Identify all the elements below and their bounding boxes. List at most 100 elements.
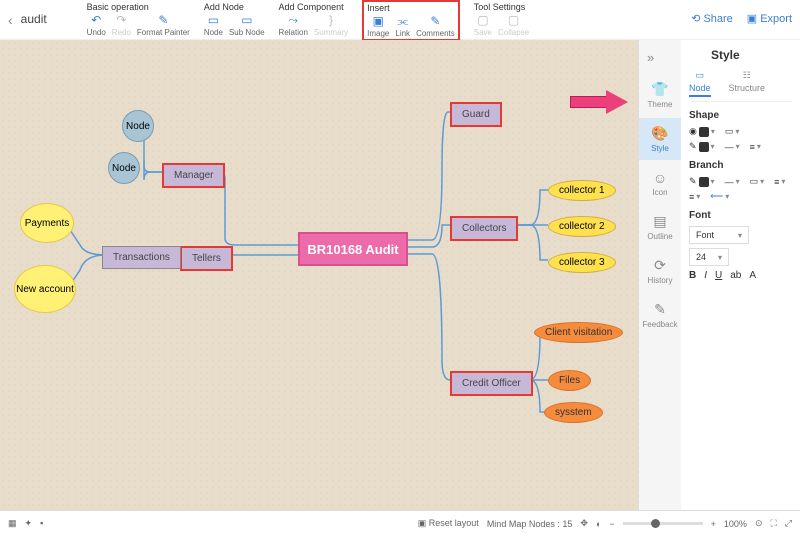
- feedback-icon: ✎: [654, 301, 666, 318]
- tab-history[interactable]: ⟳History: [639, 250, 681, 292]
- btm-icon-1[interactable]: ▦: [8, 518, 17, 529]
- toolbar-groups: Basic operation ↶Undo ↷Redo ✎Format Pain…: [87, 2, 529, 41]
- subtab-structure[interactable]: ☷Structure: [729, 70, 766, 97]
- insert-comments-button[interactable]: ✎Comments: [416, 14, 455, 38]
- tab-outline[interactable]: ▤Outline: [639, 206, 681, 248]
- strike-button[interactable]: ab: [730, 270, 741, 281]
- zoom-out-button[interactable]: −: [609, 519, 614, 529]
- node-manager[interactable]: Manager: [162, 163, 225, 188]
- tab-style[interactable]: 🎨Style: [639, 118, 681, 160]
- node-payments[interactable]: Payments: [20, 203, 74, 243]
- add-node-button[interactable]: ▭Node: [204, 13, 223, 37]
- image-icon: ▣: [371, 14, 385, 28]
- node-files[interactable]: Files: [548, 370, 591, 391]
- underline-button[interactable]: U: [715, 270, 722, 281]
- branch-shape-picker[interactable]: ▭ ▾: [750, 176, 765, 187]
- undo-button[interactable]: ↶Undo: [87, 13, 106, 37]
- node-guard[interactable]: Guard: [450, 102, 502, 127]
- center-node[interactable]: BR10168 Audit: [298, 232, 408, 266]
- node-blue-2[interactable]: Node: [108, 152, 140, 184]
- tab-feedback[interactable]: ✎Feedback: [639, 294, 681, 336]
- icon-icon: ☺: [653, 170, 667, 186]
- insert-image-button[interactable]: ▣Image: [367, 14, 389, 38]
- mouse-icon[interactable]: ✥: [580, 518, 588, 529]
- fill-icon: ◉: [689, 126, 697, 137]
- panel-title: Style: [711, 48, 792, 62]
- node-c3[interactable]: collector 3: [548, 252, 616, 273]
- italic-button[interactable]: I: [704, 270, 707, 281]
- branch-align-picker[interactable]: ≡ ▾: [689, 191, 700, 202]
- bottom-bar: ▦ ✦ ▪ ▣ Reset layout Mind Map Nodes : 15…: [0, 510, 800, 536]
- node-c2[interactable]: collector 2: [548, 216, 616, 237]
- doc-title-input[interactable]: [21, 12, 71, 26]
- format-painter-button[interactable]: ✎Format Painter: [137, 13, 190, 37]
- sidebar-tabs: 👕Theme 🎨Style ☺Icon ▤Outline ⟳History ✎F…: [639, 40, 681, 510]
- node-newaccount[interactable]: New account: [14, 265, 76, 313]
- share-button[interactable]: ⟲Share: [691, 12, 733, 25]
- brush-icon: ✎: [156, 13, 170, 27]
- insert-link-button[interactable]: ⫘Link: [395, 14, 410, 38]
- relation-button[interactable]: ⤳Relation: [279, 13, 308, 37]
- mindmap-canvas[interactable]: BR10168 Audit Manager Node Node Tellers …: [0, 40, 638, 510]
- add-subnode-button[interactable]: ▭Sub Node: [229, 13, 265, 37]
- node-tellers[interactable]: Tellers: [180, 246, 233, 271]
- group-label: Insert: [367, 3, 455, 13]
- relation-icon: ⤳: [286, 13, 300, 27]
- collapse-panel-button[interactable]: »: [647, 50, 654, 65]
- branch-style-picker[interactable]: — ▾: [725, 176, 740, 187]
- branch-width-picker[interactable]: ≡ ▾: [774, 176, 785, 187]
- node-cv[interactable]: Client visitation: [534, 322, 623, 343]
- summary-button[interactable]: }Summary: [314, 13, 348, 37]
- collapse-button[interactable]: ▢Collapse: [498, 13, 529, 37]
- group-tools: Tool Settings ▢Save ▢Collapse: [474, 2, 529, 41]
- top-toolbar: ‹ Basic operation ↶Undo ↷Redo ✎Format Pa…: [0, 0, 800, 40]
- node-credit[interactable]: Credit Officer: [450, 371, 533, 396]
- pen-icon: ✎: [689, 176, 697, 187]
- zoom-slider[interactable]: [623, 522, 703, 525]
- fontsize-select[interactable]: 24▾: [689, 248, 729, 266]
- fill-color-picker[interactable]: ◉▾: [689, 126, 715, 137]
- shape-picker[interactable]: ▭▾: [725, 126, 740, 137]
- font-select[interactable]: Font▾: [689, 226, 749, 244]
- border-color-picker[interactable]: ✎▾: [689, 141, 715, 152]
- redo-button[interactable]: ↷Redo: [112, 13, 131, 37]
- border-style-picker[interactable]: — ▾: [725, 141, 740, 152]
- reset-layout-button[interactable]: ▣ Reset layout: [418, 518, 479, 529]
- section-font: Font: [689, 210, 792, 221]
- node-icon: ▭: [206, 13, 220, 27]
- border-width-picker[interactable]: ≡ ▾: [750, 141, 761, 152]
- save-button[interactable]: ▢Save: [474, 13, 492, 37]
- tab-theme[interactable]: 👕Theme: [639, 74, 681, 116]
- tab-icon[interactable]: ☺Icon: [639, 162, 681, 204]
- subtabs: ▭Node ☷Structure: [689, 70, 792, 102]
- zoom-in-button[interactable]: +: [711, 519, 716, 529]
- node-c1[interactable]: collector 1: [548, 180, 616, 201]
- node-collectors[interactable]: Collectors: [450, 216, 518, 241]
- node-blue-1[interactable]: Node: [122, 110, 154, 142]
- export-button[interactable]: ▣Export: [747, 12, 792, 25]
- center-button[interactable]: ⊙: [755, 518, 763, 529]
- style-sidebar: 👕Theme 🎨Style ☺Icon ▤Outline ⟳History ✎F…: [638, 40, 800, 510]
- link-icon: ⫘: [396, 14, 410, 28]
- right-actions: ⟲Share ▣Export: [691, 12, 792, 25]
- subnode-icon: ▭: [240, 13, 254, 27]
- bold-button[interactable]: B: [689, 270, 696, 281]
- save-icon: ▢: [476, 13, 490, 27]
- back-button[interactable]: ‹: [8, 12, 13, 28]
- structure-sub-icon: ☷: [743, 70, 751, 81]
- theme-icon: 👕: [651, 81, 668, 98]
- zoom-value: 100%: [724, 519, 747, 529]
- eye-icon[interactable]: ◐: [596, 519, 601, 529]
- fit-button[interactable]: ⛶: [770, 518, 776, 529]
- node-sys[interactable]: sysstem: [544, 402, 603, 423]
- fontcolor-button[interactable]: A: [749, 270, 756, 281]
- branch-color-picker[interactable]: ✎▾: [689, 176, 715, 187]
- fullscreen-button[interactable]: ⤢: [785, 518, 792, 529]
- export-icon: ▣: [747, 12, 757, 25]
- node-transactions[interactable]: Transactions: [102, 246, 181, 269]
- btm-icon-2[interactable]: ✦: [25, 518, 33, 529]
- branch-end-picker[interactable]: ⟵ ▾: [710, 191, 729, 202]
- subtab-node[interactable]: ▭Node: [689, 70, 711, 97]
- outline-icon: ▤: [653, 213, 666, 230]
- btm-icon-3[interactable]: ▪: [40, 518, 43, 529]
